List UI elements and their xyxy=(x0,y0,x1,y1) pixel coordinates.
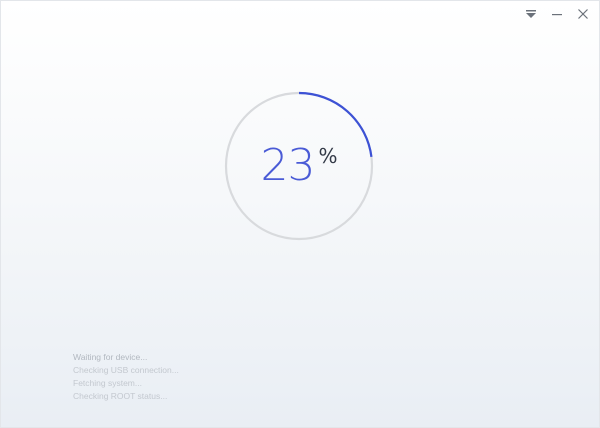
progress-readout: 23 % xyxy=(223,90,375,242)
status-log: Waiting for device... Checking USB conne… xyxy=(73,351,179,403)
progress-percent-value: 23 xyxy=(260,140,315,191)
dropdown-arrow-icon xyxy=(526,10,536,18)
app-window: 23 % Waiting for device... Checking USB … xyxy=(0,0,600,428)
progress-ring: 23 % xyxy=(223,90,375,242)
progress-percent-sign: % xyxy=(318,144,338,168)
minimize-button[interactable] xyxy=(549,7,565,21)
minimize-icon xyxy=(552,14,562,16)
status-line: Waiting for device... xyxy=(73,352,148,362)
close-icon xyxy=(578,9,588,19)
status-line: Checking USB connection... xyxy=(73,365,179,375)
close-button[interactable] xyxy=(575,7,591,21)
status-line: Checking ROOT status... xyxy=(73,391,168,401)
dropdown-menu-button[interactable] xyxy=(523,7,539,21)
window-controls xyxy=(523,7,591,21)
status-line: Fetching system... xyxy=(73,378,142,388)
